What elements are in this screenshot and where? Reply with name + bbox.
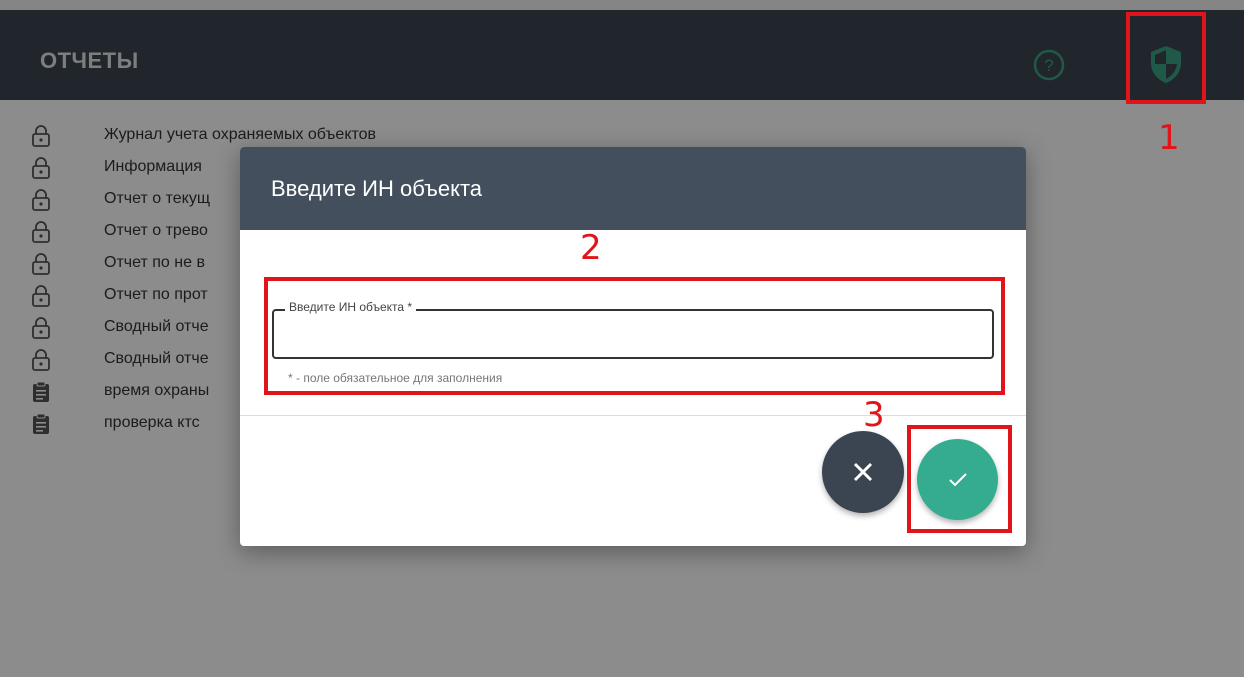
callout-box-shield [1126,12,1206,104]
cancel-button[interactable] [822,431,904,513]
callout-number-1: 1 [1158,118,1180,158]
dialog-title: Введите ИН объекта [271,176,483,201]
callout-box-confirm [907,425,1012,533]
close-icon [853,462,873,482]
callout-number-3: 3 [863,395,885,435]
dialog-header: Введите ИН объекта [240,147,1026,230]
callout-number-2: 2 [580,228,602,268]
callout-box-field [264,277,1005,395]
